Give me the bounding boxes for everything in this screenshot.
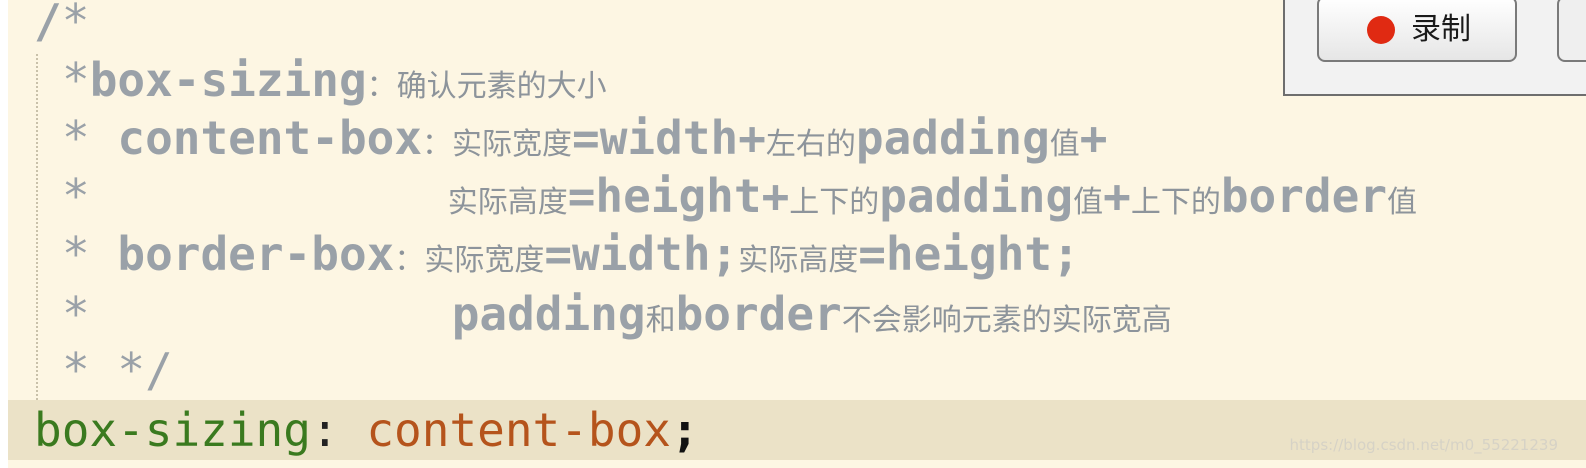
css-colon: : [310,403,339,457]
comment-line-6: * padding和border不会影响元素的实际宽高 [62,287,1172,341]
record-button-label: 录制 [1411,12,1471,47]
comment-line-1: /* [34,0,90,48]
record-dot-icon [1367,16,1395,44]
css-semicolon: ; [671,403,699,457]
comment-line-2: *box-sizing：确认元素的大小 [62,53,607,107]
comment-line-4: * 实际高度=height+上下的padding值+上下的border值 [62,169,1418,223]
toolbar-button-partial[interactable] [1557,0,1586,62]
record-button[interactable]: 录制 [1317,0,1517,62]
comment-line-5: * border-box：实际宽度=width;实际高度=height; [62,227,1080,281]
fold-guide-line [36,54,38,400]
code-line[interactable]: box-sizing: content-box; [34,400,699,460]
comment-line-7: * */ [62,343,173,397]
css-property: box-sizing [34,403,311,457]
comment-line-3: * content-box：实际宽度=width+左右的padding值+ [62,111,1108,165]
record-toolbar: 录制 [1283,0,1586,96]
editor-gutter-edge [0,0,8,468]
watermark: https://blog.csdn.net/m0_55221239 [1289,436,1558,454]
css-value: content-box [338,403,671,457]
